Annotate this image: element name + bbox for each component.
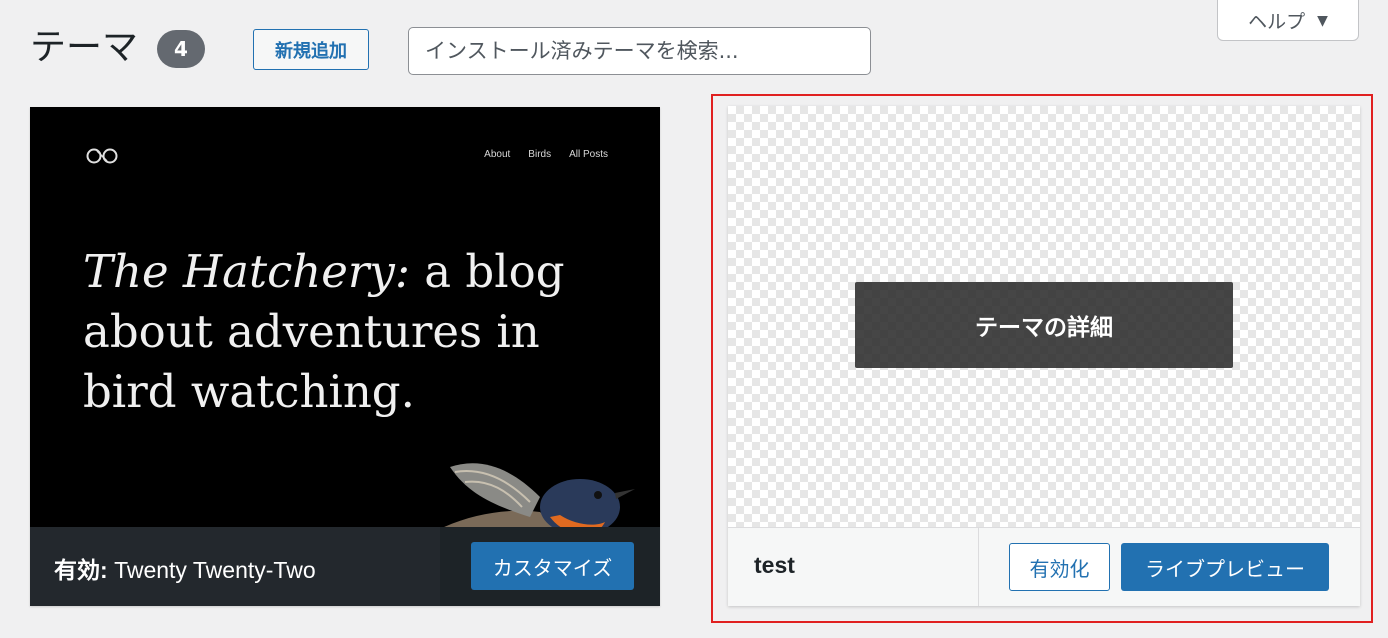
theme-count-badge: 4 bbox=[157, 30, 205, 68]
site-logo-icon bbox=[86, 148, 118, 164]
active-prefix: 有効: bbox=[54, 557, 108, 583]
active-theme-name: 有効: Twenty Twenty-Two bbox=[54, 551, 316, 585]
active-theme-footer: 有効: Twenty Twenty-Two カスタマイズ bbox=[30, 527, 660, 606]
preview-headline-italic: The Hatchery: bbox=[83, 245, 410, 298]
live-preview-button[interactable]: ライブプレビュー bbox=[1121, 543, 1329, 591]
active-theme-title: Twenty Twenty-Two bbox=[114, 557, 316, 583]
site-nav-item: Birds bbox=[528, 149, 552, 160]
customize-button[interactable]: カスタマイズ bbox=[471, 542, 634, 590]
page-title: テーマ bbox=[30, 27, 139, 68]
site-nav-item: All Posts bbox=[569, 149, 608, 160]
test-theme-card[interactable]: テーマの詳細 test 有効化 ライブプレビュー bbox=[728, 106, 1360, 606]
site-nav: About Birds All Posts bbox=[484, 149, 608, 160]
site-nav-item: About bbox=[484, 149, 511, 160]
test-theme-name: test bbox=[754, 552, 795, 578]
bird-illustration-icon bbox=[444, 463, 635, 527]
theme-screenshot: About Birds All Posts The Hatchery: a bl… bbox=[30, 107, 660, 527]
help-label: ヘルプ bbox=[1248, 11, 1306, 33]
preview-headline: The Hatchery: a blog about adventures in… bbox=[83, 242, 603, 422]
activate-button[interactable]: 有効化 bbox=[1009, 543, 1110, 591]
active-theme-card[interactable]: About Birds All Posts The Hatchery: a bl… bbox=[30, 107, 660, 606]
theme-details-button[interactable]: テーマの詳細 bbox=[855, 282, 1233, 368]
help-tab[interactable]: ヘルプ ▼ bbox=[1217, 0, 1359, 41]
caret-down-icon: ▼ bbox=[1317, 12, 1328, 29]
add-new-button[interactable]: 新規追加 bbox=[253, 29, 369, 70]
test-theme-footer: test 有効化 ライブプレビュー bbox=[728, 527, 1360, 606]
theme-search-input[interactable] bbox=[408, 27, 871, 75]
